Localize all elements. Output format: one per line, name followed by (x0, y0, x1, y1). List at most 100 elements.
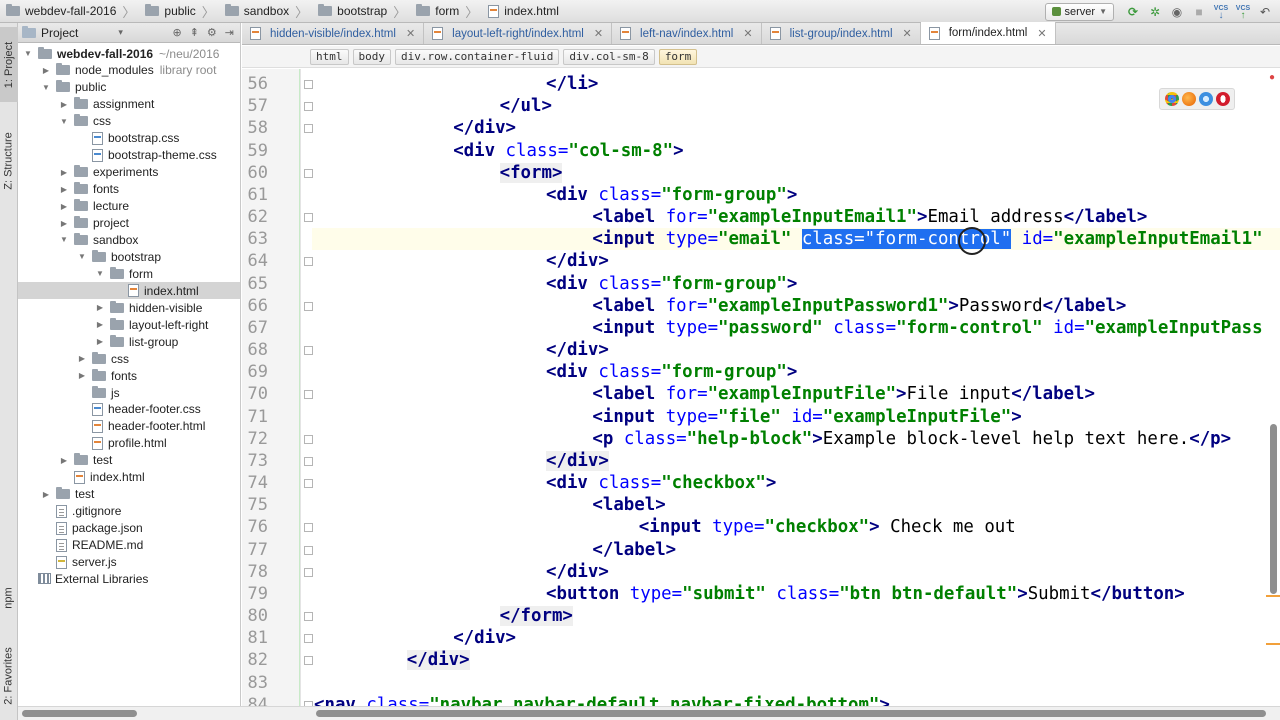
gear-icon[interactable]: ⚙ (207, 26, 217, 39)
tree-item[interactable]: README.md (18, 537, 240, 554)
collapsed-arrow-icon[interactable]: ▶ (76, 371, 88, 380)
chrome-icon[interactable] (1164, 92, 1179, 106)
breadcrumb-item[interactable]: public 〉 (139, 0, 218, 23)
code-line[interactable]: <input type="email" class="form-control"… (592, 228, 1263, 250)
code-line[interactable]: <label for="exampleInputEmail1">Email ad… (592, 206, 1147, 228)
fold-marker-icon[interactable] (304, 124, 313, 134)
expanded-arrow-icon[interactable]: ▼ (94, 269, 106, 278)
tree-item[interactable]: ▶ list-group (18, 333, 240, 350)
firefox-icon[interactable] (1181, 92, 1196, 106)
tree-item[interactable]: ▼ sandbox (18, 231, 240, 248)
tree-item[interactable]: ▶ layout-left-right (18, 316, 240, 333)
scroll-from-source-icon[interactable]: ⊕ (172, 26, 181, 39)
html-breadcrumb-item[interactable]: html (310, 48, 349, 65)
expanded-arrow-icon[interactable]: ▼ (22, 49, 34, 58)
fold-marker-icon[interactable] (304, 479, 313, 489)
collapsed-arrow-icon[interactable]: ▶ (40, 66, 52, 75)
fold-marker-icon[interactable] (304, 523, 313, 533)
fold-marker-icon[interactable] (304, 257, 313, 267)
tree-item[interactable]: ▶ experiments (18, 164, 240, 181)
breadcrumb-item[interactable]: bootstrap 〉 (312, 0, 410, 23)
code-line[interactable]: </div> (453, 627, 516, 649)
fold-marker-icon[interactable] (304, 301, 313, 311)
code-line[interactable]: </div> (453, 117, 516, 139)
code-line[interactable]: <div class="form-group"> (546, 361, 797, 383)
fold-marker-icon[interactable] (304, 434, 313, 444)
code-line[interactable]: <form> (499, 162, 563, 184)
code-line[interactable]: <div class="form-group"> (546, 273, 797, 295)
collapsed-arrow-icon[interactable]: ▶ (40, 490, 52, 499)
fold-marker-icon[interactable] (304, 102, 313, 112)
editor-tab[interactable]: hidden-visible/index.html ✕ (242, 23, 425, 44)
expanded-arrow-icon[interactable]: ▼ (58, 235, 70, 244)
code-line[interactable]: </form> (499, 605, 573, 627)
tree-item[interactable]: ▶ fonts (18, 181, 240, 198)
code-line[interactable]: <div class="form-group"> (546, 184, 797, 206)
breadcrumb-item[interactable]: form 〉 (410, 0, 482, 23)
fold-marker-icon[interactable] (304, 456, 313, 466)
close-icon[interactable]: ✕ (594, 27, 603, 40)
html-breadcrumb-item[interactable]: form (658, 48, 698, 65)
collapsed-arrow-icon[interactable]: ▶ (58, 185, 70, 194)
tree-item[interactable]: header-footer.html (18, 418, 240, 435)
hide-icon[interactable]: ⇥ (225, 26, 234, 39)
tree-item[interactable]: ▶ test (18, 486, 240, 503)
breadcrumb-item[interactable]: index.html (482, 0, 563, 23)
code-line[interactable]: </ul> (500, 95, 552, 117)
tree-item[interactable]: ▼ public (18, 79, 240, 96)
code-line[interactable]: </div> (546, 250, 609, 272)
fold-marker-icon[interactable] (304, 545, 313, 555)
chevron-down-icon[interactable]: ▾ (118, 27, 123, 38)
project-horizontal-scroll-thumb[interactable] (22, 710, 137, 717)
warning-stripe[interactable] (1266, 643, 1280, 645)
editor-tab[interactable]: form/index.html ✕ (920, 22, 1056, 44)
code-line[interactable]: <p class="help-block">Example block-leve… (592, 428, 1231, 450)
vertical-scroll-thumb[interactable] (1270, 424, 1277, 594)
editor-tab[interactable]: layout-left-right/index.html ✕ (424, 23, 613, 44)
editor-horizontal-scroll-thumb[interactable] (316, 710, 1266, 717)
run-configuration-select[interactable]: server ▼ (1044, 2, 1114, 21)
editor-tab[interactable]: list-group/index.html ✕ (762, 23, 921, 44)
expanded-arrow-icon[interactable]: ▼ (58, 117, 70, 126)
fold-marker-icon[interactable] (304, 80, 313, 89)
code-line[interactable]: </div> (546, 561, 609, 583)
debug-icon[interactable]: ✲ (1146, 3, 1164, 21)
fold-marker-icon[interactable] (304, 346, 313, 356)
fold-marker-icon[interactable] (304, 656, 313, 666)
opera-icon[interactable] (1215, 92, 1230, 106)
collapsed-arrow-icon[interactable]: ▶ (58, 168, 70, 177)
code-line[interactable]: <label> (592, 494, 665, 516)
close-icon[interactable]: ✕ (1037, 27, 1046, 40)
tree-item[interactable]: ▼ form (18, 265, 240, 282)
code-line[interactable]: <input type="checkbox"> Check me out (639, 516, 1016, 538)
collapse-all-icon[interactable]: ⇞ (190, 26, 199, 39)
html-breadcrumb-item[interactable]: div.col-sm-8 (563, 48, 655, 65)
tree-item[interactable]: External Libraries (18, 570, 240, 587)
fold-marker-icon[interactable] (304, 612, 313, 622)
code-line[interactable]: </div> (546, 450, 609, 472)
tree-item[interactable]: bootstrap-theme.css (18, 147, 240, 164)
code-editor[interactable]: 56 57 58 59 60 61 62 63 64 65 66 67 68 69 70 71 72 73 74 75… (242, 69, 1280, 706)
tree-item[interactable]: .gitignore (18, 503, 240, 520)
tab-project[interactable]: 1: Project (0, 27, 18, 102)
run-icon[interactable]: ⟳ (1124, 3, 1142, 21)
html-breadcrumb-item[interactable]: div.row.container-fluid (395, 48, 560, 65)
tree-item[interactable]: ▼ css (18, 113, 240, 130)
fold-marker-icon[interactable] (304, 213, 313, 223)
breadcrumb-item[interactable]: sandbox 〉 (219, 0, 312, 23)
tree-item[interactable]: header-footer.css (18, 401, 240, 418)
close-icon[interactable]: ✕ (406, 27, 415, 40)
tree-item[interactable]: ▶ test (18, 452, 240, 469)
revert-icon[interactable]: ↶ (1256, 3, 1274, 21)
close-icon[interactable]: ✕ (903, 27, 912, 40)
code-line[interactable]: </div> (546, 339, 609, 361)
fold-marker-icon[interactable] (304, 567, 313, 577)
stop-icon[interactable]: ■ (1190, 3, 1208, 21)
collapsed-arrow-icon[interactable]: ▶ (94, 303, 106, 312)
collapsed-arrow-icon[interactable]: ▶ (94, 320, 106, 329)
collapsed-arrow-icon[interactable]: ▶ (58, 456, 70, 465)
tree-item[interactable]: package.json (18, 520, 240, 537)
fold-marker-icon[interactable] (304, 634, 313, 644)
code-line[interactable]: <div class="col-sm-8"> (453, 140, 683, 162)
html-breadcrumb-item[interactable]: body (352, 48, 391, 65)
